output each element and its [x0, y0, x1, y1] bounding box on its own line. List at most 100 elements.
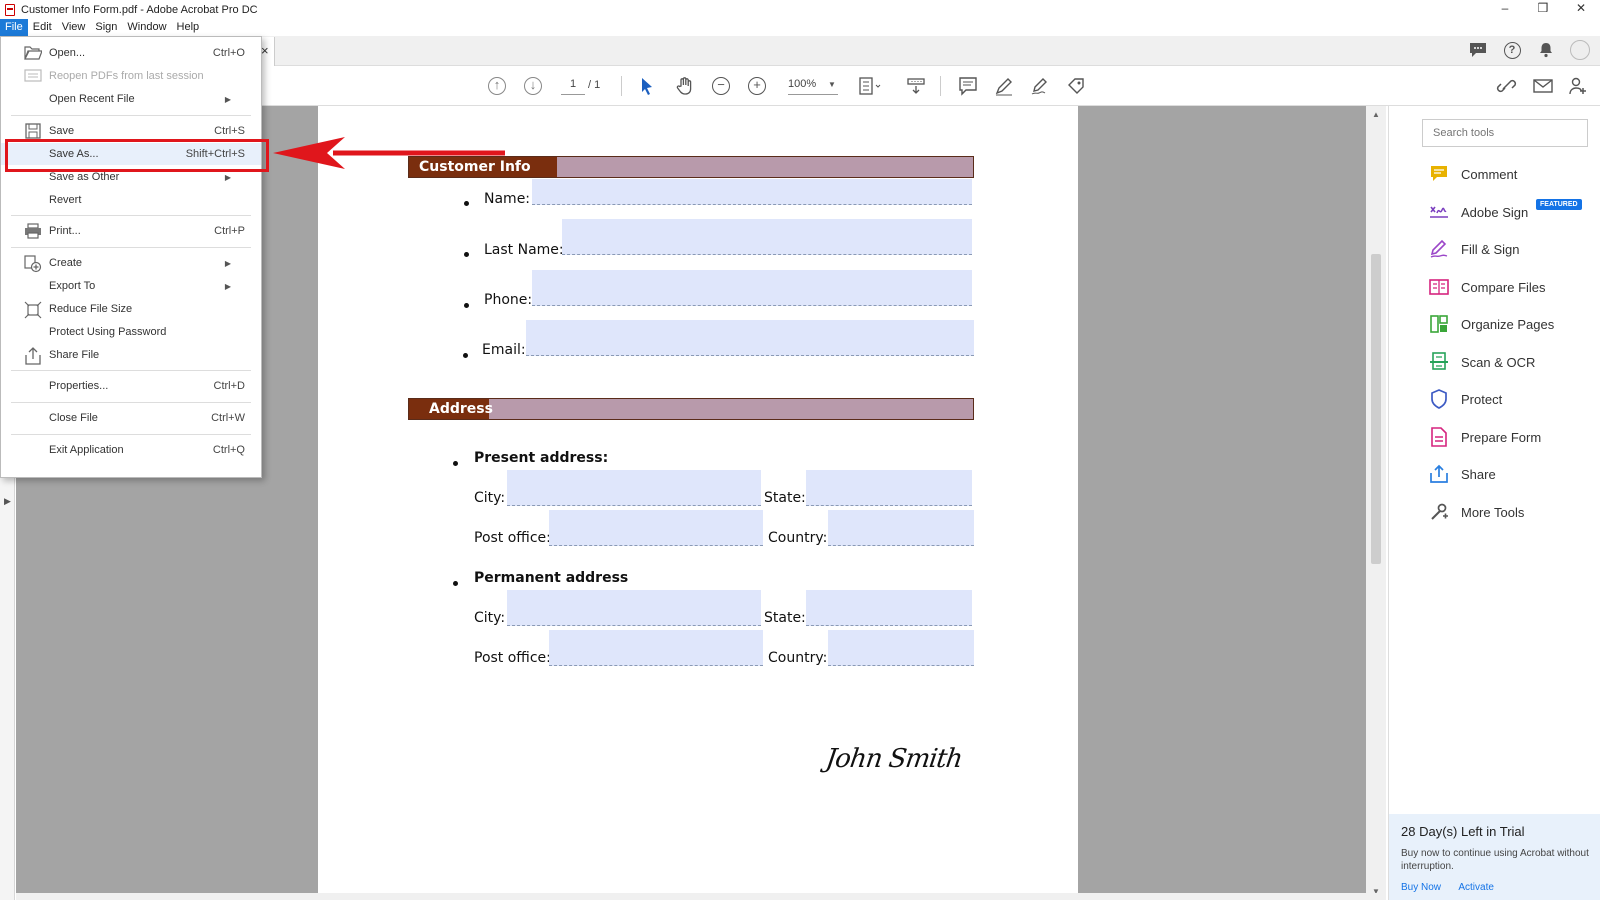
- permanent-state-field[interactable]: [806, 590, 972, 626]
- menu-view[interactable]: View: [57, 19, 91, 36]
- state-label: State:: [764, 490, 806, 506]
- menu-item-revert[interactable]: Revert: [1, 189, 261, 211]
- zoom-out-icon[interactable]: −: [712, 75, 730, 97]
- page-number-input[interactable]: 1: [561, 78, 585, 95]
- bullet-icon: [464, 303, 469, 308]
- trial-banner: 28 Day(s) Left in Trial Buy now to conti…: [1389, 814, 1600, 900]
- highlight-tool-icon[interactable]: [994, 75, 1014, 97]
- present-country-field[interactable]: [828, 510, 974, 546]
- minimize-button[interactable]: –: [1486, 0, 1524, 19]
- menu-separator: [11, 247, 251, 248]
- window-controls: – ❒ ✕: [1486, 0, 1600, 19]
- menu-item-close-file[interactable]: Close File Ctrl+W: [1, 407, 261, 429]
- compare-files-icon: [1429, 277, 1449, 297]
- search-tools-input[interactable]: [1422, 119, 1588, 147]
- prepare-form-icon: [1429, 427, 1449, 447]
- section-title: Address: [409, 399, 493, 419]
- scroll-mode-icon[interactable]: [906, 75, 926, 97]
- menu-item-open-recent[interactable]: Open Recent File ▶: [1, 88, 261, 110]
- help-icon[interactable]: ?: [1502, 40, 1522, 60]
- bell-icon[interactable]: [1536, 40, 1556, 60]
- tool-comment[interactable]: Comment: [1429, 162, 1517, 186]
- activate-link[interactable]: Activate: [1458, 882, 1494, 893]
- stamp-tool-icon[interactable]: [1066, 75, 1086, 97]
- menu-item-create[interactable]: Create ▶: [1, 252, 261, 274]
- tool-adobe-sign[interactable]: Adobe Sign: [1429, 200, 1528, 224]
- folder-open-icon: [24, 45, 43, 61]
- menu-item-exit[interactable]: Exit Application Ctrl+Q: [1, 439, 261, 461]
- last-name-field[interactable]: [562, 219, 972, 255]
- menu-item-protect-password[interactable]: Protect Using Password: [1, 321, 261, 343]
- bullet-icon: [463, 353, 468, 358]
- tool-more-tools[interactable]: More Tools: [1429, 500, 1524, 524]
- tool-label: Compare Files: [1461, 279, 1546, 295]
- menu-edit[interactable]: Edit: [28, 19, 57, 36]
- country-label: Country:: [768, 530, 828, 546]
- reopen-icon: [24, 68, 42, 84]
- avatar[interactable]: [1570, 40, 1590, 60]
- next-page-icon[interactable]: ↓: [524, 75, 542, 97]
- tool-compare-files[interactable]: Compare Files: [1429, 275, 1546, 299]
- email-label: Email:: [482, 342, 526, 358]
- tab-close-icon[interactable]: ×: [261, 43, 269, 58]
- tool-fill-sign[interactable]: Fill & Sign: [1429, 237, 1520, 261]
- permanent-post-office-field[interactable]: [549, 630, 763, 666]
- menu-separator: [11, 115, 251, 116]
- email-icon[interactable]: [1533, 75, 1553, 97]
- organize-pages-icon: [1429, 314, 1449, 334]
- fit-page-icon[interactable]: [858, 75, 882, 97]
- menu-item-print[interactable]: Print... Ctrl+P: [1, 220, 261, 242]
- menu-item-share-file[interactable]: Share File: [1, 344, 261, 366]
- close-window-button[interactable]: ✕: [1562, 0, 1600, 19]
- hand-tool-icon[interactable]: [675, 75, 695, 97]
- zoom-in-icon[interactable]: +: [748, 75, 766, 97]
- scrollbar-thumb[interactable]: [1371, 254, 1381, 564]
- select-cursor-icon[interactable]: [640, 75, 654, 97]
- zoom-dropdown-icon[interactable]: ▼: [828, 80, 836, 89]
- menu-file[interactable]: File: [0, 19, 28, 36]
- present-city-field[interactable]: [507, 470, 761, 506]
- horizontal-scrollbar[interactable]: [16, 893, 1380, 900]
- chat-icon[interactable]: [1468, 40, 1488, 60]
- permanent-city-field[interactable]: [507, 590, 761, 626]
- menu-window[interactable]: Window: [122, 19, 171, 36]
- section-header-address: Address: [408, 398, 974, 420]
- name-label: Name:: [484, 191, 531, 207]
- menu-item-properties[interactable]: Properties... Ctrl+D: [1, 375, 261, 397]
- prev-page-icon[interactable]: ↑: [488, 75, 506, 97]
- tool-share[interactable]: Share: [1429, 462, 1496, 486]
- present-state-field[interactable]: [806, 470, 972, 506]
- email-field[interactable]: [526, 320, 974, 356]
- menu-item-reduce-file-size[interactable]: Reduce File Size: [1, 298, 261, 320]
- bullet-icon: [464, 252, 469, 257]
- permanent-country-field[interactable]: [828, 630, 974, 666]
- buy-now-link[interactable]: Buy Now: [1401, 882, 1441, 893]
- link-icon[interactable]: [1496, 75, 1518, 97]
- menu-separator: [11, 402, 251, 403]
- file-menu-dropdown: Open... Ctrl+O Reopen PDFs from last ses…: [0, 36, 262, 478]
- name-field[interactable]: [532, 179, 972, 205]
- menu-item-export-to[interactable]: Export To ▶: [1, 275, 261, 297]
- phone-field[interactable]: [532, 270, 972, 306]
- menu-sign[interactable]: Sign: [90, 19, 122, 36]
- tool-prepare-form[interactable]: Prepare Form: [1429, 425, 1541, 449]
- post-office-label: Post office:: [474, 650, 551, 666]
- comment-tool-icon[interactable]: [958, 75, 978, 97]
- vertical-scrollbar[interactable]: ▲ ▼: [1366, 106, 1386, 900]
- menu-item-open[interactable]: Open... Ctrl+O: [1, 42, 261, 64]
- restore-button[interactable]: ❒: [1524, 0, 1562, 19]
- city-label: City:: [474, 490, 506, 506]
- sign-tool-icon[interactable]: [1030, 75, 1050, 97]
- scroll-up-icon[interactable]: ▲: [1372, 110, 1380, 119]
- tool-protect[interactable]: Protect: [1429, 387, 1502, 411]
- present-post-office-field[interactable]: [549, 510, 763, 546]
- tool-organize-pages[interactable]: Organize Pages: [1429, 312, 1554, 336]
- city-label: City:: [474, 610, 506, 626]
- expand-left-panel-icon[interactable]: ▶: [4, 496, 11, 507]
- create-icon: [24, 255, 42, 273]
- menu-help[interactable]: Help: [172, 19, 205, 36]
- trial-message: Buy now to continue using Acrobat withou…: [1401, 848, 1589, 872]
- add-user-icon[interactable]: [1568, 75, 1588, 97]
- save-icon: [24, 123, 42, 139]
- tool-scan-ocr[interactable]: Scan & OCR: [1429, 350, 1535, 374]
